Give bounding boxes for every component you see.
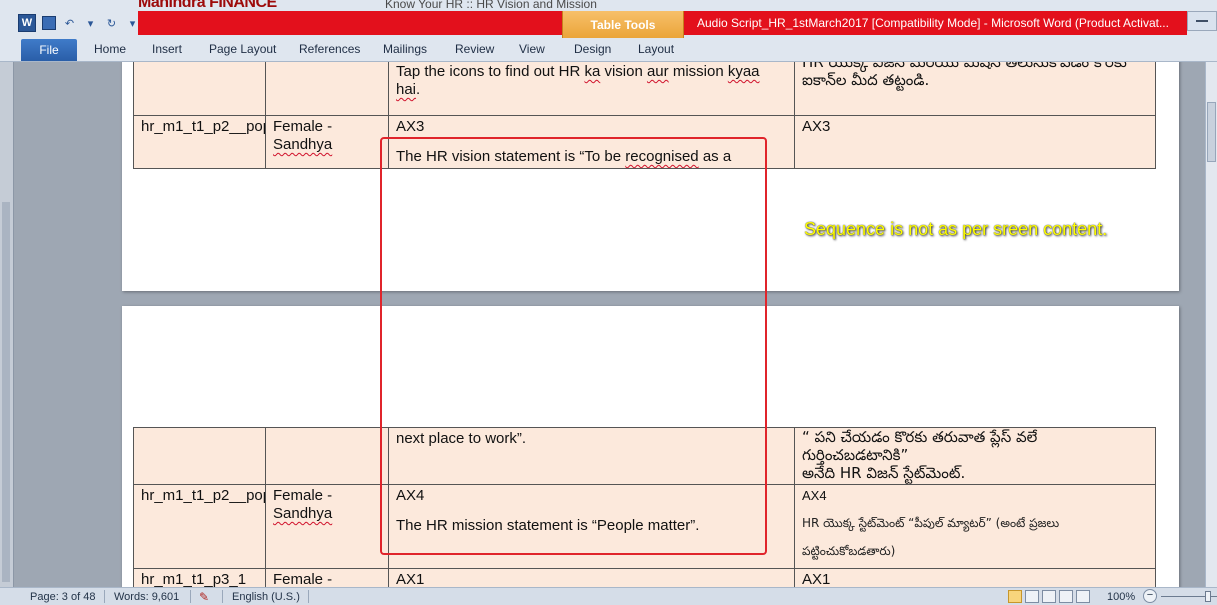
print-layout-view-icon[interactable] xyxy=(1008,590,1022,603)
save-icon xyxy=(41,16,56,30)
scrollbar-thumb[interactable] xyxy=(1207,102,1216,162)
telugu-text: HR యొక్క స్టేట్‌మెంట్ “పీపుల్ మ్యాటర్” (… xyxy=(802,516,1060,530)
table-cell-telugu[interactable]: AX1 xyxy=(794,568,1156,587)
misspelled-word: aur xyxy=(646,63,669,80)
tab-file[interactable]: File xyxy=(21,39,77,61)
table-cell-id[interactable]: hr_m1_t1_p2__pop2 xyxy=(133,484,266,569)
word-count[interactable]: Words: 9,601 xyxy=(114,591,179,603)
misspelled-word: hai xyxy=(396,81,417,98)
table-cell-speaker[interactable] xyxy=(265,62,389,116)
audio-code: AX4 xyxy=(802,488,827,503)
zoom-level[interactable]: 100% xyxy=(1107,591,1135,603)
speaker-text: Female - xyxy=(273,118,333,135)
speaker-name: Sandhya xyxy=(273,505,333,522)
status-divider xyxy=(104,590,105,603)
telugu-text: HR యొక్క విజన్ మరియు మిషన్ తెలుసుకోవడం క… xyxy=(802,62,1127,71)
quick-access-toolbar: W ↶ ▾ ↻ ▾ xyxy=(18,14,141,32)
table-cell-english[interactable]: AX1 xyxy=(388,568,795,587)
tab-references[interactable]: References xyxy=(299,42,360,56)
table-cell-id[interactable]: hr_m1_t1_p2__pop1 xyxy=(133,115,266,169)
review-highlight-box xyxy=(380,137,767,555)
tab-mailings[interactable]: Mailings xyxy=(383,42,427,56)
table-cell-telugu[interactable]: “ పని చేయడం కొరకు తరువాత ప్లేస్ వలే గుర్… xyxy=(794,427,1156,485)
table-cell-speaker[interactable] xyxy=(265,427,389,485)
proofing-errors-icon[interactable]: ✎ xyxy=(199,590,209,604)
script-text: . xyxy=(416,81,421,98)
telugu-text: అనేది HR విజన్ స్టేట్‌మెంట్. xyxy=(802,464,966,482)
save-button[interactable] xyxy=(40,15,57,32)
speaker-text: Female - xyxy=(273,571,333,587)
ribbon-tab-bar: File Home Insert Page Layout References … xyxy=(0,38,1217,62)
title-bar: Mahindra FINANCE Know Your HR :: HR Visi… xyxy=(0,0,1217,38)
status-divider xyxy=(308,590,309,603)
audio-code: AX1 xyxy=(396,571,425,587)
telugu-text: ఐకాన్‌ల మీద తట్టండి. xyxy=(802,71,930,89)
table-cell-speaker[interactable]: Female - xyxy=(265,568,389,587)
status-bar: Page: 3 of 48 Words: 9,601 ✎ English (U.… xyxy=(0,587,1217,605)
minimize-button[interactable] xyxy=(1187,11,1217,31)
table-row[interactable]: hr_m1_t1_p3_1 Female - AX1 AX1 xyxy=(133,568,1156,587)
tab-page-layout[interactable]: Page Layout xyxy=(209,42,276,56)
web-layout-view-icon[interactable] xyxy=(1042,590,1056,603)
document-area[interactable]: Tap the icons to find out HR ka vision a… xyxy=(14,62,1205,587)
table-cell-speaker[interactable]: Female - Sandhya xyxy=(265,484,389,569)
telugu-text: పట్టించుకోబడతారు) xyxy=(802,544,896,558)
audio-code: AX3 xyxy=(396,118,425,135)
misspelled-word: kyaa xyxy=(727,63,760,80)
tab-layout[interactable]: Layout xyxy=(638,42,674,56)
audio-code: AX1 xyxy=(802,571,831,587)
outline-view-icon[interactable] xyxy=(1059,590,1073,603)
language-indicator[interactable]: English (U.S.) xyxy=(232,591,300,603)
table-cell-telugu[interactable]: AX3 xyxy=(794,115,1156,169)
minimize-icon xyxy=(1196,20,1208,22)
script-text: Tap the icons to find out HR xyxy=(396,63,585,80)
tab-review[interactable]: Review xyxy=(455,42,494,56)
table-cell-id[interactable]: hr_m1_t1_p3_1 xyxy=(133,568,266,587)
window-title: Audio Script_HR_1stMarch2017 [Compatibil… xyxy=(697,16,1169,30)
vertical-scrollbar[interactable] xyxy=(1205,62,1217,587)
tab-view[interactable]: View xyxy=(519,42,545,56)
view-buttons xyxy=(1008,590,1090,603)
table-cell-id[interactable] xyxy=(133,62,266,116)
misspelled-word: ka xyxy=(584,63,601,80)
segment-id: hr_m1_t1_p3_1 xyxy=(141,571,247,587)
undo-dropdown-icon[interactable]: ▾ xyxy=(82,15,99,32)
vertical-ruler xyxy=(0,62,14,587)
speaker-text: Female - xyxy=(273,487,333,504)
table-row[interactable]: Tap the icons to find out HR ka vision a… xyxy=(133,62,1156,116)
table-cell-speaker[interactable]: Female - Sandhya xyxy=(265,115,389,169)
review-annotation: Sequence is not as per sreen content. xyxy=(804,219,1108,239)
segment-id: hr_m1_t1_p2__pop1 xyxy=(141,118,265,135)
tab-design[interactable]: Design xyxy=(574,42,611,56)
status-divider xyxy=(222,590,223,603)
telugu-text: “ పని చేయడం కొరకు తరువాత ప్లేస్ వలే గుర్… xyxy=(802,428,1038,465)
segment-id: hr_m1_t1_p2__pop2 xyxy=(141,487,265,504)
script-text: mission xyxy=(668,63,728,80)
table-cell-telugu[interactable]: AX4 HR యొక్క స్టేట్‌మెంట్ “పీపుల్ మ్యాటర… xyxy=(794,484,1156,569)
draft-view-icon[interactable] xyxy=(1076,590,1090,603)
background-window-title: Know Your HR :: HR Vision and Mission xyxy=(385,0,597,11)
ruler-margin xyxy=(2,202,10,582)
script-text: vision xyxy=(600,63,647,80)
speaker-name: Sandhya xyxy=(273,136,333,153)
audio-code: AX3 xyxy=(802,118,831,135)
zoom-out-button[interactable]: − xyxy=(1143,589,1157,603)
customize-qat-icon[interactable]: ▾ xyxy=(124,15,141,32)
status-divider xyxy=(190,590,191,603)
table-tools-context-tab: Table Tools xyxy=(562,11,684,38)
word-app-icon[interactable]: W xyxy=(18,14,36,32)
tab-insert[interactable]: Insert xyxy=(152,42,182,56)
table-cell-id[interactable] xyxy=(133,427,266,485)
zoom-slider-thumb[interactable] xyxy=(1205,591,1211,602)
table-cell-english[interactable]: Tap the icons to find out HR ka vision a… xyxy=(388,62,795,116)
page-count[interactable]: Page: 3 of 48 xyxy=(30,591,95,603)
full-screen-reading-view-icon[interactable] xyxy=(1025,590,1039,603)
redo-button[interactable]: ↻ xyxy=(103,15,120,32)
tab-home[interactable]: Home xyxy=(94,42,126,56)
table-cell-telugu[interactable]: HR యొక్క విజన్ మరియు మిషన్ తెలుసుకోవడం క… xyxy=(794,62,1156,116)
undo-button[interactable]: ↶ xyxy=(61,15,78,32)
